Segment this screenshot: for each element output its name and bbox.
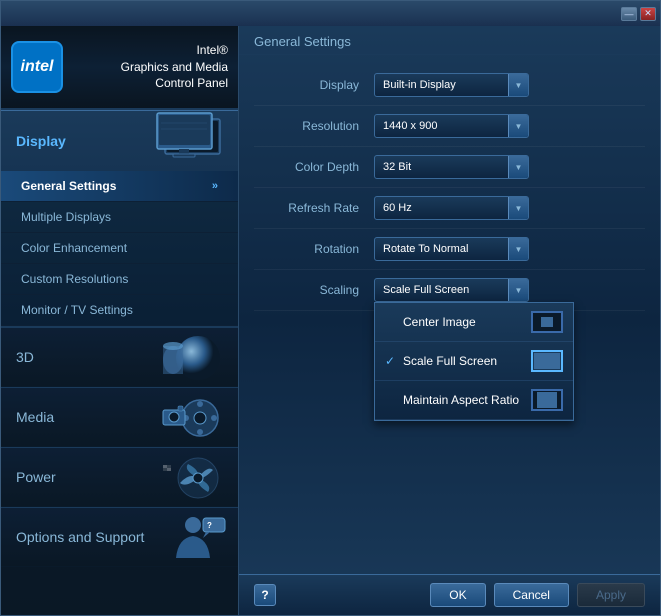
- scaling-dropdown-menu: Center Image ✓: [374, 302, 574, 421]
- color-depth-control: 32 Bit: [374, 155, 645, 179]
- options-icon: ?: [158, 508, 233, 566]
- settings-area: Display Built-in Display Resolution 1440…: [239, 55, 660, 574]
- intel-logo: intel: [11, 41, 63, 93]
- title-bar: — ✕: [1, 1, 660, 26]
- display-setting-control: Built-in Display: [374, 73, 645, 97]
- color-depth-dropdown-arrow: [508, 156, 528, 178]
- close-button[interactable]: ✕: [640, 7, 656, 21]
- maintain-aspect-check: [385, 393, 399, 407]
- scale-full-screen-check: ✓: [385, 354, 399, 368]
- sidebar-item-color-enhancement[interactable]: Color Enhancement: [1, 233, 238, 264]
- rotation-dropdown-arrow: [508, 238, 528, 260]
- sidebar: intel Intel® Graphics and Media Control …: [1, 26, 239, 615]
- nav-arrow-general: »: [212, 180, 218, 192]
- maintain-aspect-preview: [531, 389, 563, 411]
- content-header: General Settings: [239, 26, 660, 55]
- power-icon: [158, 448, 233, 506]
- resolution-setting-label: Resolution: [254, 119, 374, 133]
- sidebar-item-custom-resolutions[interactable]: Custom Resolutions: [1, 264, 238, 295]
- refresh-rate-setting-row: Refresh Rate 60 Hz: [254, 188, 645, 229]
- sidebar-title: Intel® Graphics and Media Control Panel: [121, 42, 228, 92]
- scaling-setting-row: Scaling Scale Full Screen Center Image: [254, 270, 645, 311]
- ok-button[interactable]: OK: [430, 583, 485, 607]
- main-layout: intel Intel® Graphics and Media Control …: [1, 26, 660, 615]
- display-section: Display: [1, 110, 238, 327]
- refresh-rate-dropdown[interactable]: 60 Hz: [374, 196, 529, 220]
- minimize-button[interactable]: —: [621, 7, 637, 21]
- rotation-control: Rotate To Normal: [374, 237, 645, 261]
- center-image-preview: [531, 311, 563, 333]
- apply-button[interactable]: Apply: [577, 583, 645, 607]
- scaling-dropdown[interactable]: Scale Full Screen: [374, 278, 529, 302]
- resolution-dropdown-arrow: [508, 115, 528, 137]
- monitor-preview-icon: [155, 111, 230, 171]
- color-depth-dropdown[interactable]: 32 Bit: [374, 155, 529, 179]
- scaling-option-maintain-aspect[interactable]: Maintain Aspect Ratio: [375, 381, 573, 420]
- sidebar-item-monitor-tv[interactable]: Monitor / TV Settings: [1, 295, 238, 326]
- content-panel: General Settings Display Built-in Displa…: [239, 26, 660, 615]
- refresh-rate-control: 60 Hz: [374, 196, 645, 220]
- scaling-option-center-image[interactable]: Center Image: [375, 303, 573, 342]
- sidebar-category-media[interactable]: Media: [1, 387, 238, 447]
- rotation-label: Rotation: [254, 242, 374, 256]
- cancel-button[interactable]: Cancel: [494, 583, 569, 607]
- sidebar-category-3d[interactable]: 3D: [1, 327, 238, 387]
- display-label: Display: [16, 133, 66, 149]
- display-dropdown[interactable]: Built-in Display: [374, 73, 529, 97]
- sidebar-item-general-settings[interactable]: General Settings »: [1, 171, 238, 202]
- display-setting-label: Display: [254, 78, 374, 92]
- help-button[interactable]: ?: [254, 584, 276, 606]
- color-depth-label: Color Depth: [254, 160, 374, 174]
- center-image-check: [385, 315, 399, 329]
- sidebar-header: intel Intel® Graphics and Media Control …: [1, 26, 238, 110]
- sidebar-category-power[interactable]: Power: [1, 447, 238, 507]
- scaling-label: Scaling: [254, 283, 374, 297]
- section-title: General Settings: [254, 34, 351, 49]
- rotation-dropdown[interactable]: Rotate To Normal: [374, 237, 529, 261]
- resolution-setting-row: Resolution 1440 x 900: [254, 106, 645, 147]
- scaling-dropdown-arrow: [508, 279, 528, 301]
- scale-full-screen-preview: [531, 350, 563, 372]
- scaling-option-scale-full-screen[interactable]: ✓ Scale Full Screen: [375, 342, 573, 381]
- sidebar-category-options[interactable]: Options and Support ?: [1, 507, 238, 567]
- main-window: — ✕ intel Intel® Graphics and Media Cont…: [0, 0, 661, 616]
- svg-text:?: ?: [207, 521, 212, 530]
- sidebar-item-multiple-displays[interactable]: Multiple Displays: [1, 202, 238, 233]
- resolution-setting-control: 1440 x 900: [374, 114, 645, 138]
- scaling-control: Scale Full Screen Center Image: [374, 278, 645, 302]
- refresh-rate-label: Refresh Rate: [254, 201, 374, 215]
- display-header[interactable]: Display: [1, 111, 238, 171]
- footer: ? OK Cancel Apply: [239, 574, 660, 615]
- color-depth-setting-row: Color Depth 32 Bit: [254, 147, 645, 188]
- refresh-rate-dropdown-arrow: [508, 197, 528, 219]
- 3d-icon: [158, 328, 233, 386]
- resolution-dropdown[interactable]: 1440 x 900: [374, 114, 529, 138]
- display-setting-row: Display Built-in Display: [254, 65, 645, 106]
- rotation-setting-row: Rotation Rotate To Normal: [254, 229, 645, 270]
- sidebar-nav: General Settings » Multiple Displays Col…: [1, 171, 238, 326]
- media-icon: [158, 388, 233, 446]
- display-dropdown-arrow: [508, 74, 528, 96]
- intel-logo-text: intel: [21, 58, 54, 76]
